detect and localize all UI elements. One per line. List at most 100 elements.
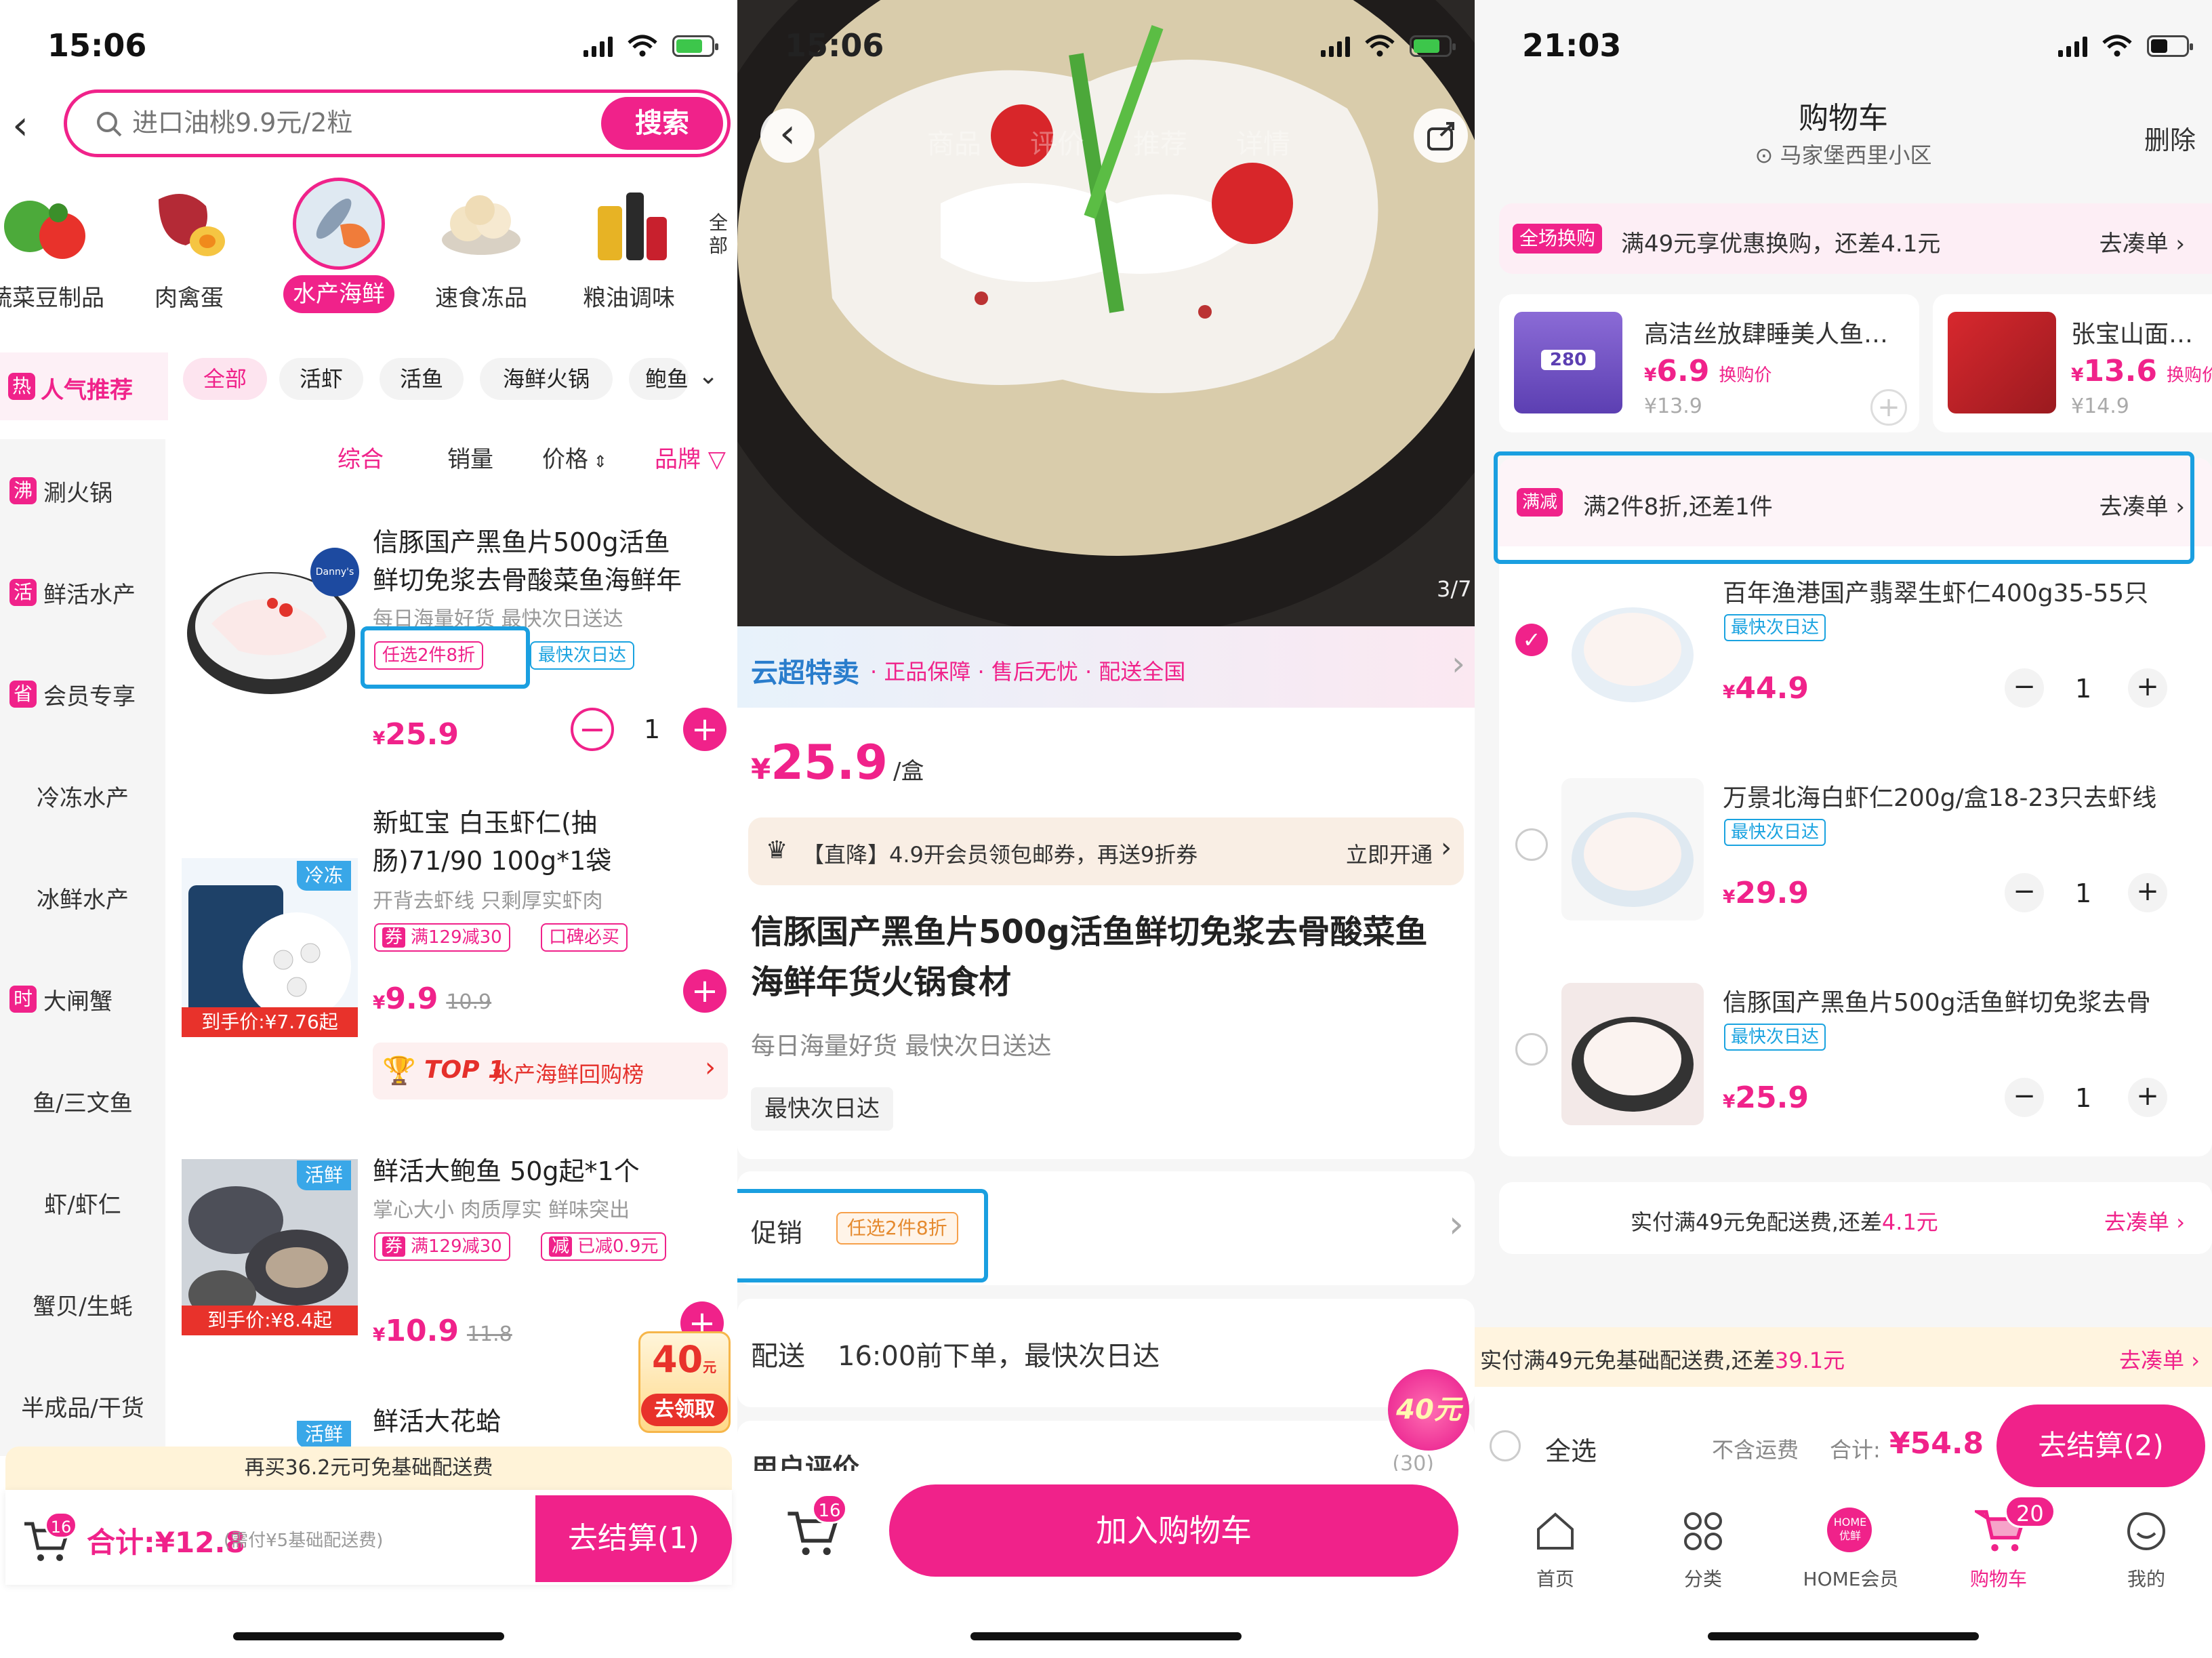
tab-goods[interactable]: 商品 bbox=[927, 122, 981, 161]
category-label-1[interactable]: 肉禽蛋 bbox=[155, 279, 224, 312]
sidebar-item-6[interactable]: 鱼/三文鱼 bbox=[0, 1080, 165, 1121]
rank-banner[interactable]: 🏆 TOP 1 水产海鲜回购榜 › bbox=[373, 1043, 728, 1099]
product-title-2[interactable]: 新虹宝 白玉虾仁(抽肠)71/90 100g*1袋 bbox=[373, 804, 691, 880]
tab-details[interactable]: 详情 bbox=[1236, 122, 1290, 161]
product-title-3[interactable]: 鲜活大鲍鱼 50g起*1个 bbox=[373, 1152, 640, 1190]
home-indicator-3 bbox=[1708, 1632, 1979, 1640]
exchange-add-button-1[interactable]: + bbox=[1870, 389, 1907, 426]
checkout-button[interactable]: 去结算(1) bbox=[535, 1495, 732, 1582]
tab-reviews[interactable]: 评价 bbox=[1030, 122, 1084, 161]
filter-all[interactable]: 全部 bbox=[183, 358, 267, 400]
category-label-4[interactable]: 粮油调味 bbox=[583, 279, 675, 312]
sort-comprehensive[interactable]: 综合 bbox=[337, 441, 384, 474]
cart-item[interactable]: 信豚国产黑鱼片500g活鱼鲜切免浆去骨 最快次日达 ¥25.9 − 1 + bbox=[1499, 976, 2212, 1166]
tab-recommend[interactable]: 推荐 bbox=[1133, 122, 1187, 161]
category-label-0[interactable]: 蔬菜豆制品 bbox=[0, 279, 104, 312]
exchange-bar[interactable]: 全场换购 满49元享优惠换购，还差4.1元 去凑单 › bbox=[1499, 203, 2212, 274]
location[interactable]: ⊙ 马家堡西里小区 bbox=[1475, 138, 2212, 169]
popular-title[interactable]: 人气推荐 bbox=[41, 371, 133, 405]
cart-item-image[interactable] bbox=[1561, 778, 1704, 921]
back-icon[interactable]: ‹ bbox=[12, 102, 28, 149]
exchange-item-1[interactable]: 280 高洁丝放肆睡美人鱼安睡裤 ¥6.9 换购价 ¥13.9 + bbox=[1499, 294, 1919, 432]
qty-minus-button[interactable]: − bbox=[2005, 873, 2044, 912]
sidebar-item-7[interactable]: 虾/虾仁 bbox=[0, 1182, 165, 1223]
sort-price[interactable]: 价格 ⇕ bbox=[542, 441, 607, 474]
filter-live-shrimp[interactable]: 活虾 bbox=[279, 358, 363, 400]
sidebar-item-9[interactable]: 半成品/干货 bbox=[0, 1386, 165, 1426]
cart-item-title[interactable]: 百年渔港国产翡翠生虾仁400g35-55只 bbox=[1723, 573, 2197, 609]
category-icon-meat[interactable] bbox=[145, 179, 232, 266]
product-title-1[interactable]: 信豚国产黑鱼片500g活鱼鲜切免浆去骨酸菜鱼海鲜年货火锅食材 bbox=[373, 523, 691, 599]
qty-minus-button[interactable]: − bbox=[2005, 668, 2044, 708]
free-ship-action[interactable]: 去凑单 › bbox=[2104, 1205, 2185, 1236]
filter-abalone[interactable]: 鲍鱼 bbox=[629, 358, 689, 400]
category-all-button[interactable]: 全部 bbox=[709, 211, 732, 258]
delete-button[interactable]: 删除 bbox=[2144, 119, 2196, 157]
select-all-checkbox[interactable] bbox=[1490, 1430, 1521, 1461]
item-checkbox[interactable] bbox=[1515, 828, 1548, 861]
sidebar-item-5[interactable]: 时大闸蟹 bbox=[0, 979, 165, 1019]
detail-subtitle: 每日海量好货 最快次日送达 bbox=[751, 1032, 1052, 1060]
delivery-row[interactable]: 配送 16:00前下单，最快次日达 bbox=[737, 1299, 1475, 1407]
qty-plus-button[interactable]: + bbox=[2128, 873, 2167, 912]
search-bar[interactable]: 搜索 bbox=[64, 89, 731, 157]
select-all-label[interactable]: 全选 bbox=[1545, 1430, 1597, 1468]
floating-coupon[interactable]: + 40元 去领取 bbox=[638, 1301, 731, 1434]
brand-bar[interactable]: 云超特卖 · 正品保障 · 售后无忧 · 配送全国 › bbox=[737, 626, 1475, 708]
search-button[interactable]: 搜索 bbox=[601, 97, 723, 150]
qty-minus-button-1[interactable]: − bbox=[571, 708, 614, 751]
product-hero-image[interactable] bbox=[737, 0, 1475, 626]
delivery-value: 16:00前下单，最快次日达 bbox=[838, 1341, 1160, 1372]
item-checkbox[interactable] bbox=[1515, 1033, 1548, 1066]
member-action[interactable]: 立即开通 bbox=[1346, 838, 1433, 869]
base-ship-action[interactable]: 去凑单 › bbox=[2119, 1343, 2200, 1375]
category-label-2-active[interactable]: 水产海鲜 bbox=[283, 275, 394, 313]
sidebar-item-8[interactable]: 蟹贝/生蚝 bbox=[0, 1284, 165, 1325]
category-icon-seafood[interactable] bbox=[293, 178, 385, 270]
category-icon-grain[interactable] bbox=[586, 179, 672, 266]
category-icon-frozen[interactable] bbox=[438, 179, 525, 266]
share-icon[interactable] bbox=[1414, 108, 1468, 163]
qty-plus-button[interactable]: + bbox=[2128, 1078, 2167, 1117]
exchange-item-2[interactable]: 张宝山面条挂面 ¥13.6换购价 ¥14.9 bbox=[1933, 294, 2212, 432]
exchange-action[interactable]: 去凑单 › bbox=[2100, 225, 2185, 258]
cart-item[interactable]: 万景北海白虾仁200g/盒18-23只去虾线 最快次日达 ¥29.9 − 1 + bbox=[1499, 771, 2212, 961]
checkout-button-2[interactable]: 去结算(2) bbox=[1996, 1404, 2205, 1487]
tabbar-item-0[interactable]: 首页 bbox=[1481, 1508, 1629, 1596]
tabbar-item-1[interactable]: 分类 bbox=[1629, 1508, 1777, 1596]
sort-brand[interactable]: 品牌 ▽ bbox=[655, 441, 726, 474]
search-input[interactable] bbox=[132, 102, 525, 143]
base-ship-bar[interactable]: 实付满49元免基础配送费,还差39.1元 去凑单 › bbox=[1475, 1327, 2212, 1387]
sort-sales[interactable]: 销量 bbox=[447, 441, 493, 474]
sidebar-item-1[interactable]: 活鲜活水产 bbox=[0, 572, 165, 613]
filter-hotpot[interactable]: 海鲜火锅 bbox=[480, 358, 613, 400]
qty-minus-button[interactable]: − bbox=[2005, 1078, 2044, 1117]
qty-plus-button-1[interactable]: + bbox=[683, 708, 726, 751]
tabbar-label: 首页 bbox=[1536, 1568, 1574, 1590]
category-label-3[interactable]: 速食冻品 bbox=[435, 279, 527, 312]
tabbar-item-3[interactable]: 20 购物车 bbox=[1925, 1495, 2072, 1596]
cart-item[interactable]: ✓ 百年渔港国产翡翠生虾仁400g35-55只 最快次日达 ¥44.9 − 1 + bbox=[1499, 567, 2212, 756]
filter-expand-icon[interactable]: ⌄ bbox=[698, 362, 718, 390]
cart-item-title[interactable]: 万景北海白虾仁200g/盒18-23只去虾线 bbox=[1723, 778, 2197, 813]
sidebar-item-4[interactable]: 冰鲜水产 bbox=[0, 877, 165, 918]
tabbar-item-2[interactable]: HOME 优鲜 HOME会员 bbox=[1777, 1508, 1925, 1596]
sidebar-item-0[interactable]: 沸涮火锅 bbox=[0, 470, 165, 511]
sidebar-item-3[interactable]: 冷冻水产 bbox=[0, 775, 165, 816]
category-icon-veg[interactable] bbox=[3, 179, 89, 266]
qty-plus-button-2[interactable]: + bbox=[683, 969, 726, 1013]
sidebar-item-2[interactable]: 省会员专享 bbox=[0, 674, 165, 714]
member-bar[interactable]: ♛ 【直降】4.9开会员领包邮券，再送9折券 立即开通 › bbox=[748, 817, 1464, 885]
filter-live-fish[interactable]: 活鱼 bbox=[380, 358, 464, 400]
tabbar-item-4[interactable]: 我的 bbox=[2072, 1508, 2212, 1596]
back-button[interactable]: ‹ bbox=[760, 108, 815, 163]
add-to-cart-button[interactable]: 加入购物车 bbox=[889, 1484, 1458, 1577]
cart-item-title[interactable]: 信豚国产黑鱼片500g活鱼鲜切免浆去骨 bbox=[1723, 983, 2197, 1018]
free-ship-bar[interactable]: 实付满49元免配送费,还差4.1元 去凑单 › bbox=[1499, 1182, 2212, 1254]
cart-item-image[interactable] bbox=[1561, 983, 1704, 1125]
float-coupon-bubble[interactable]: 40元 bbox=[1388, 1369, 1469, 1451]
product-title-4[interactable]: 鲜活大花蛤 bbox=[373, 1400, 501, 1438]
qty-plus-button[interactable]: + bbox=[2128, 668, 2167, 708]
cart-item-image[interactable] bbox=[1561, 573, 1704, 716]
item-checkbox-checked[interactable]: ✓ bbox=[1515, 624, 1548, 656]
